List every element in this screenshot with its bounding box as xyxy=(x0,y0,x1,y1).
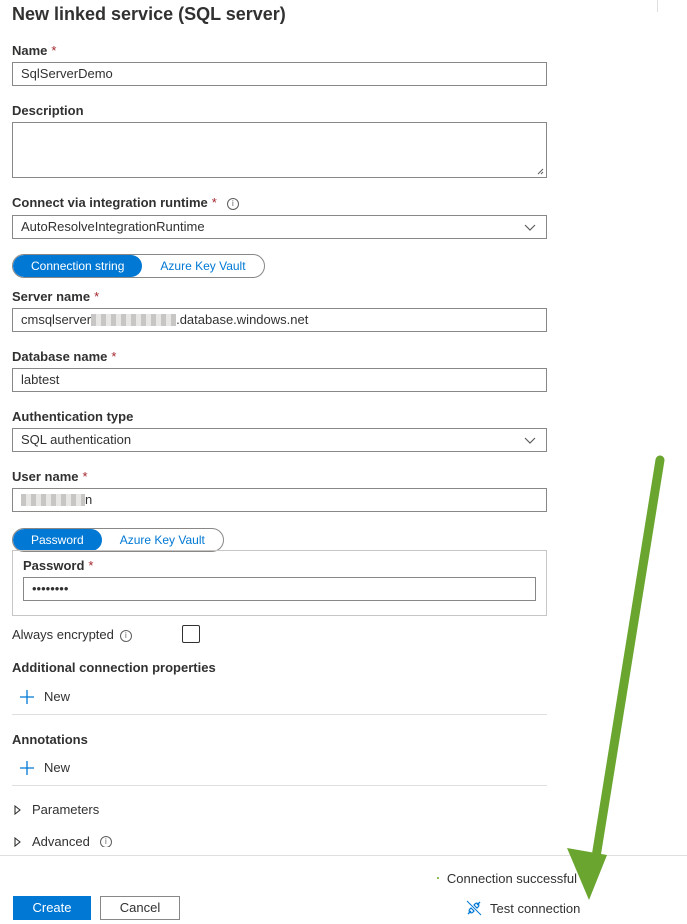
database-name-input[interactable]: labtest xyxy=(12,368,547,392)
cancel-button[interactable]: Cancel xyxy=(100,896,180,920)
parameters-expander[interactable]: Parameters xyxy=(14,802,99,817)
password-label: Password * xyxy=(23,558,94,573)
required-marker: * xyxy=(94,289,100,304)
annotations-label: Annotations xyxy=(12,732,88,747)
caret-right-icon xyxy=(14,804,21,815)
always-encrypted-label: Always encrypted i xyxy=(12,627,132,642)
plus-icon xyxy=(20,760,34,775)
runtime-value: AutoResolveIntegrationRuntime xyxy=(21,219,205,234)
description-label: Description xyxy=(12,103,84,118)
description-textarea[interactable] xyxy=(12,122,547,178)
divider xyxy=(12,714,547,715)
linked-service-panel: New linked service (SQL server) Name * Sq… xyxy=(0,0,687,924)
database-name-value: labtest xyxy=(21,372,60,387)
connection-status: Connection successful xyxy=(437,870,577,886)
server-name-label: Server name * xyxy=(12,289,100,304)
add-annotation-label: New xyxy=(44,760,71,775)
add-property-button[interactable]: New xyxy=(20,689,70,704)
create-button[interactable]: Create xyxy=(13,896,91,920)
server-name-suffix: .database.windows.net xyxy=(176,312,309,327)
parameters-label: Parameters xyxy=(32,802,100,817)
caret-right-icon xyxy=(14,836,21,847)
required-marker: * xyxy=(211,195,217,210)
redacted-blur xyxy=(91,314,177,326)
required-marker: * xyxy=(82,469,88,484)
name-input-value: SqlServerDemo xyxy=(21,66,113,81)
name-label: Name * xyxy=(12,43,57,58)
toggle-connection-string[interactable]: Connection string xyxy=(13,255,143,277)
server-name-input[interactable]: cmsqlserver .database.windows.net xyxy=(12,308,547,332)
connection-status-text: Connection successful xyxy=(446,870,577,886)
chevron-down-icon xyxy=(524,437,536,444)
toggle-password[interactable]: Password xyxy=(13,529,102,551)
info-icon[interactable]: i xyxy=(99,835,112,847)
chevron-down-icon xyxy=(524,224,536,231)
footer-divider xyxy=(0,855,687,856)
required-marker: * xyxy=(51,43,57,58)
toggle-azure-key-vault[interactable]: Azure Key Vault xyxy=(142,255,263,277)
password-input[interactable]: •••••••• xyxy=(23,577,536,601)
info-icon[interactable]: i xyxy=(226,198,239,210)
test-connection-label: Test connection xyxy=(490,900,581,916)
divider xyxy=(12,785,547,786)
connection-mode-toggle: Connection string Azure Key Vault xyxy=(12,254,265,278)
advanced-clip: Advanced i xyxy=(0,830,687,847)
resize-handle-icon[interactable] xyxy=(537,168,544,175)
test-connection-button[interactable]: Test connection xyxy=(466,900,580,916)
add-annotation-button[interactable]: New xyxy=(20,760,70,775)
database-name-label: Database name * xyxy=(12,349,117,364)
user-name-input[interactable]: n xyxy=(12,488,547,512)
info-icon[interactable]: i xyxy=(119,630,132,642)
password-value: •••••••• xyxy=(32,581,69,596)
required-marker: * xyxy=(111,349,117,364)
runtime-label: Connect via integration runtime * i xyxy=(12,195,239,210)
password-mode-toggle: Password Azure Key Vault xyxy=(12,528,224,552)
advanced-label: Advanced xyxy=(32,834,90,847)
user-name-label: User name * xyxy=(12,469,88,484)
plug-icon xyxy=(466,900,482,916)
auth-type-value: SQL authentication xyxy=(21,432,132,447)
panel-edge xyxy=(657,0,658,12)
check-circle-icon xyxy=(437,877,439,879)
name-input[interactable]: SqlServerDemo xyxy=(12,62,547,86)
toggle-password-azure-key-vault[interactable]: Azure Key Vault xyxy=(102,529,223,551)
additional-properties-label: Additional connection properties xyxy=(12,660,216,675)
required-marker: * xyxy=(88,558,94,573)
add-property-label: New xyxy=(44,689,71,704)
redacted-blur xyxy=(21,494,85,506)
auth-type-select[interactable]: SQL authentication xyxy=(12,428,547,452)
panel-title: New linked service (SQL server) xyxy=(12,4,286,24)
runtime-select[interactable]: AutoResolveIntegrationRuntime xyxy=(12,215,547,239)
server-name-prefix: cmsqlserver xyxy=(21,312,92,327)
always-encrypted-checkbox[interactable] xyxy=(182,625,200,643)
advanced-expander[interactable]: Advanced i xyxy=(14,834,112,847)
user-name-tail: n xyxy=(85,492,93,507)
auth-type-label: Authentication type xyxy=(12,409,134,424)
plus-icon xyxy=(20,689,34,704)
